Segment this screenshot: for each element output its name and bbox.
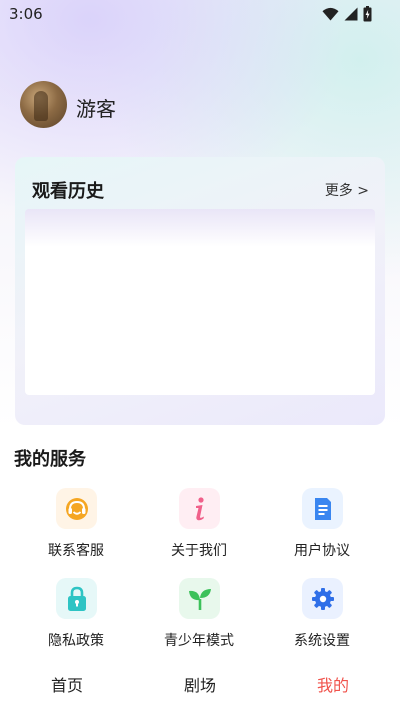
service-about-us[interactable]: 关于我们	[144, 488, 254, 568]
lock-icon	[56, 578, 97, 619]
battery-icon	[363, 6, 372, 22]
service-user-agreement[interactable]: 用户协议	[267, 488, 377, 568]
service-label: 隐私政策	[48, 633, 104, 649]
nav-theater[interactable]: 剧场	[160, 672, 240, 696]
wifi-icon	[322, 7, 339, 21]
document-icon	[302, 488, 343, 529]
status-time: 3:06	[9, 5, 43, 23]
service-contact-support[interactable]: 联系客服	[21, 488, 131, 568]
gear-icon	[302, 578, 343, 619]
service-label: 联系客服	[48, 543, 104, 559]
service-label: 用户协议	[294, 543, 350, 559]
signal-icon	[344, 7, 358, 21]
nav-home[interactable]: 首页	[27, 672, 107, 696]
bottom-nav: 首页 剧场 我的	[0, 662, 400, 711]
service-label: 关于我们	[171, 543, 227, 559]
service-label: 青少年模式	[164, 633, 234, 649]
history-list	[25, 209, 375, 395]
services-title: 我的服务	[14, 449, 86, 470]
service-youth-mode[interactable]: 青少年模式	[144, 578, 254, 658]
nav-mine[interactable]: 我的	[293, 672, 373, 696]
info-icon	[179, 488, 220, 529]
username: 游客	[76, 97, 116, 121]
service-system-settings[interactable]: 系统设置	[267, 578, 377, 658]
avatar[interactable]	[20, 81, 67, 128]
history-title: 观看历史	[32, 181, 104, 202]
service-privacy-policy[interactable]: 隐私政策	[21, 578, 131, 658]
headset-icon	[56, 488, 97, 529]
history-more-link[interactable]: 更多 >	[325, 180, 369, 200]
service-label: 系统设置	[294, 633, 350, 649]
sprout-icon	[179, 578, 220, 619]
history-card: 观看历史 更多 >	[15, 157, 385, 425]
status-icons	[322, 6, 372, 22]
status-bar: 3:06	[0, 0, 400, 28]
